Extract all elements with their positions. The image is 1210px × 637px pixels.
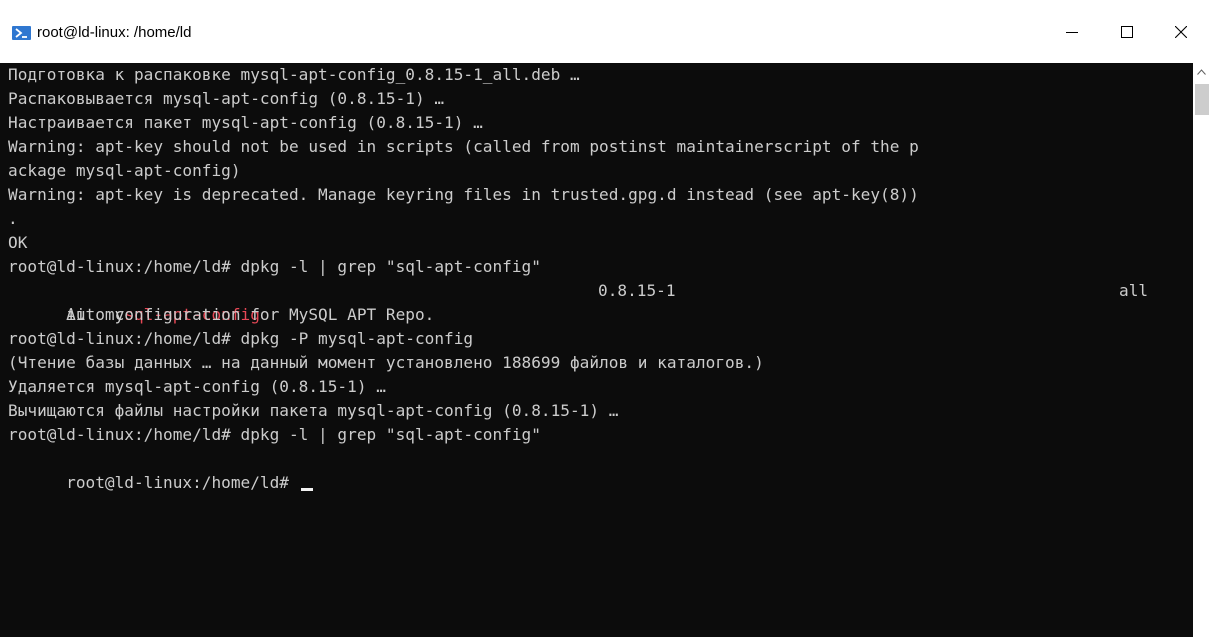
scrollbar-thumb[interactable] — [1195, 84, 1209, 115]
terminal-output[interactable]: Подготовка к распаковке mysql-apt-config… — [0, 63, 1193, 637]
window-title: root@ld-linux: /home/ld — [37, 24, 192, 41]
terminal-line: Распаковывается mysql-apt-config (0.8.15… — [8, 89, 445, 108]
minimize-icon — [1066, 32, 1078, 33]
terminal-line: Warning: apt-key is deprecated. Manage k… — [8, 185, 919, 204]
terminal-line: Вычищаются файлы настройки пакета mysql-… — [8, 401, 619, 420]
terminal-line: root@ld-linux:/home/ld# dpkg -P mysql-ap… — [8, 329, 474, 348]
scroll-up-button[interactable] — [1193, 63, 1210, 80]
powershell-icon — [12, 26, 31, 40]
terminal-line: root@ld-linux:/home/ld# dpkg -l | grep "… — [8, 425, 541, 444]
close-button[interactable] — [1158, 11, 1204, 53]
terminal-line: Warning: apt-key should not be used in s… — [8, 137, 919, 156]
terminal-line: (Чтение базы данных … на данный момент у… — [8, 353, 764, 372]
chevron-up-icon — [1197, 68, 1206, 75]
maximize-button[interactable] — [1104, 11, 1150, 53]
close-icon — [1175, 26, 1187, 38]
vertical-scrollbar[interactable] — [1193, 63, 1210, 637]
text-cursor — [300, 488, 313, 491]
terminal-line: Подготовка к распаковке mysql-apt-config… — [8, 65, 580, 84]
title-bar[interactable]: root@ld-linux: /home/ld — [0, 0, 1210, 63]
package-version: 0.8.15-1 — [598, 281, 676, 300]
terminal-line: Настраивается пакет mysql-apt-config (0.… — [8, 113, 483, 132]
package-arch: all — [1119, 281, 1149, 300]
maximize-icon — [1121, 26, 1133, 38]
prompt-line: root@ld-linux:/home/ld# — [8, 447, 313, 492]
terminal-window: root@ld-linux: /home/ld Подготовка к рас… — [0, 0, 1210, 637]
terminal-line: . — [8, 209, 18, 228]
terminal-line: root@ld-linux:/home/ld# dpkg -l | grep "… — [8, 257, 541, 276]
terminal-line: Auto configuration for MySQL APT Repo. — [8, 305, 435, 324]
terminal-line: Удаляется mysql-apt-config (0.8.15-1) … — [8, 377, 386, 396]
shell-prompt: root@ld-linux:/home/ld# — [66, 473, 299, 492]
terminal-line: OK — [8, 233, 28, 252]
package-list-row: ii mysql-apt-config 0.8.15-1 all — [8, 279, 1188, 324]
minimize-button[interactable] — [1049, 11, 1095, 53]
terminal-line: ackage mysql-apt-config) — [8, 161, 241, 180]
